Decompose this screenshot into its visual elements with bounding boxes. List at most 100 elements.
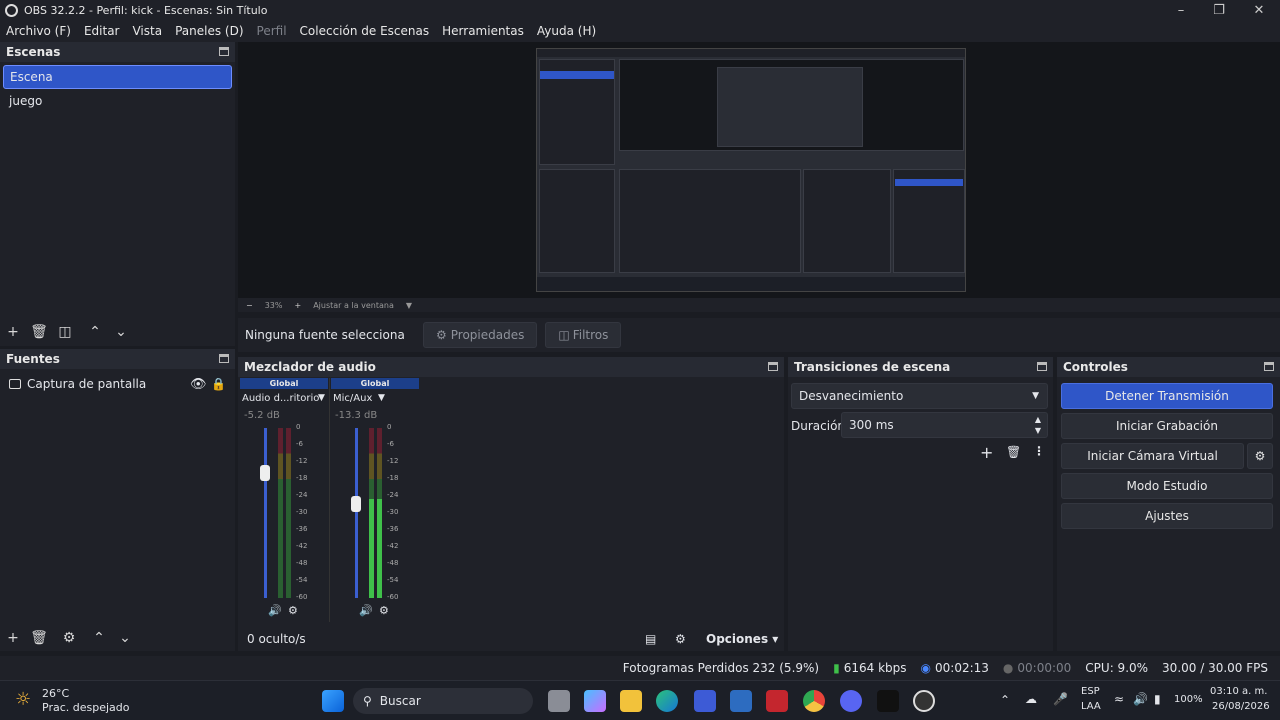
edge-icon[interactable] bbox=[656, 690, 678, 712]
chevron-down-icon[interactable]: ▼ bbox=[318, 393, 325, 403]
menu-paneles[interactable]: Paneles (D) bbox=[175, 24, 243, 38]
chevron-up-icon[interactable]: ⌃ bbox=[1000, 693, 1010, 707]
float-icon[interactable] bbox=[219, 354, 229, 363]
menu-ayuda[interactable]: Ayuda (H) bbox=[537, 24, 596, 38]
trash-icon[interactable]: 🗑 bbox=[26, 627, 52, 649]
down-icon[interactable]: ⌄ bbox=[112, 627, 138, 649]
weather-temp[interactable]: 26°C bbox=[42, 687, 69, 700]
add-icon[interactable]: + bbox=[980, 443, 993, 462]
virtual-cam-button[interactable]: Iniciar Cámara Virtual bbox=[1061, 443, 1244, 469]
settings-button[interactable]: Ajustes bbox=[1061, 503, 1273, 529]
float-icon[interactable] bbox=[1264, 362, 1274, 371]
restore-icon[interactable]: ❐ bbox=[1200, 0, 1238, 20]
add-icon[interactable]: + bbox=[0, 321, 26, 343]
weather-icon[interactable]: ☼ bbox=[15, 689, 31, 710]
more-icon[interactable]: ⋮ bbox=[1033, 444, 1045, 458]
menu-archivo[interactable]: Archivo (F) bbox=[6, 24, 71, 38]
store-icon[interactable] bbox=[694, 690, 716, 712]
filters-button[interactable]: ◫ Filtros bbox=[545, 322, 622, 348]
transition-select[interactable]: Desvanecimiento ▼ bbox=[791, 383, 1048, 409]
scene-item-juego[interactable]: juego bbox=[0, 89, 235, 113]
scale-label: -30 bbox=[296, 508, 308, 516]
zoom-bar: − 33% + Ajustar a la ventana ▼ bbox=[238, 298, 1280, 312]
mcafee-icon[interactable] bbox=[766, 690, 788, 712]
virtual-cam-settings-button[interactable]: ⚙ bbox=[1247, 443, 1273, 469]
source-toolbar: Ninguna fuente selecciona ⚙ Propiedades ◫… bbox=[238, 318, 1280, 352]
stop-stream-button[interactable]: Detener Transmisión bbox=[1061, 383, 1273, 409]
zoom-out-icon[interactable]: − bbox=[246, 301, 253, 310]
capcut-icon[interactable] bbox=[877, 690, 899, 712]
chevron-down-icon[interactable]: ▼ bbox=[406, 301, 412, 310]
lang-1[interactable]: ESP bbox=[1081, 686, 1100, 697]
volume-handle[interactable] bbox=[351, 496, 361, 512]
filter-icon[interactable]: ◫ bbox=[52, 321, 78, 343]
clock-time[interactable]: 03:10 a. m. bbox=[1210, 686, 1267, 697]
chevron-down-icon[interactable]: ▼ bbox=[378, 393, 385, 403]
up-icon[interactable]: ⌃ bbox=[82, 321, 108, 343]
down-icon[interactable]: ⌄ bbox=[108, 321, 134, 343]
float-icon[interactable] bbox=[219, 47, 229, 56]
eye-icon[interactable]: 👁 bbox=[190, 377, 207, 392]
menu-coleccion[interactable]: Colección de Escenas bbox=[300, 24, 430, 38]
menu-editar[interactable]: Editar bbox=[84, 24, 120, 38]
stream-icon: ◉ bbox=[920, 661, 931, 675]
volume-slider[interactable] bbox=[264, 428, 267, 598]
float-icon[interactable] bbox=[1037, 362, 1047, 371]
float-icon[interactable] bbox=[768, 362, 778, 371]
file-explorer-icon[interactable] bbox=[620, 690, 642, 712]
lock-icon[interactable]: 🔒 bbox=[211, 377, 226, 391]
volume-slider[interactable] bbox=[355, 428, 358, 598]
volume-icon[interactable]: 🔊 bbox=[359, 604, 373, 617]
track-name[interactable]: Mic/Aux bbox=[333, 393, 372, 404]
wifi-icon[interactable]: ≈ bbox=[1114, 692, 1124, 706]
zoom-in-icon[interactable]: + bbox=[294, 301, 301, 310]
taskbar-search[interactable]: ⚲ Buscar bbox=[353, 688, 533, 714]
start-record-button[interactable]: Iniciar Grabación bbox=[1061, 413, 1273, 439]
headphones-icon[interactable]: ⚙ bbox=[288, 604, 298, 617]
copilot-icon[interactable] bbox=[584, 690, 606, 712]
gear-icon[interactable]: ⚙ bbox=[56, 627, 82, 649]
trash-icon[interactable]: 🗑 bbox=[1006, 445, 1021, 459]
battery-icon[interactable]: ▮ bbox=[1154, 692, 1161, 706]
scale-label: -18 bbox=[296, 474, 308, 482]
scene-item-escena[interactable]: Escena bbox=[3, 65, 232, 89]
minimize-icon[interactable]: – bbox=[1162, 0, 1200, 20]
cloud-icon[interactable]: ☁ bbox=[1025, 692, 1037, 706]
close-icon[interactable]: ✕ bbox=[1240, 0, 1278, 20]
fit-window[interactable]: Ajustar a la ventana bbox=[313, 301, 394, 310]
volume-handle[interactable] bbox=[260, 465, 270, 482]
add-icon[interactable]: + bbox=[0, 627, 26, 649]
obs-taskbar-icon[interactable] bbox=[913, 690, 935, 712]
stepper-icon[interactable]: ▲ ▼ bbox=[1035, 414, 1041, 436]
windows-start-icon[interactable] bbox=[322, 690, 344, 712]
task-view-icon[interactable] bbox=[548, 690, 570, 712]
scale-label: -24 bbox=[296, 491, 308, 499]
volume-icon[interactable]: 🔊 bbox=[268, 604, 282, 617]
layout-icon[interactable]: ▤ bbox=[645, 632, 656, 646]
up-icon[interactable]: ⌃ bbox=[86, 627, 112, 649]
track-name[interactable]: Audio d...ritorio bbox=[242, 393, 319, 404]
duration-input[interactable]: 300 ms ▲ ▼ bbox=[841, 412, 1048, 438]
clock-date[interactable]: 26/08/2026 bbox=[1212, 701, 1270, 712]
scenes-toolbar: + 🗑 ◫ ⌃ ⌄ bbox=[0, 321, 134, 343]
chrome-icon[interactable] bbox=[803, 690, 825, 712]
mixer-settings-icon[interactable]: ⚙ bbox=[675, 632, 686, 646]
menu-vista[interactable]: Vista bbox=[132, 24, 162, 38]
status-bar: Fotogramas Perdidos 232 (5.9%) ▮ 6164 kb… bbox=[0, 656, 1280, 680]
options-button[interactable]: Opciones ▾ bbox=[706, 632, 778, 646]
battery-level: 100% bbox=[1174, 694, 1203, 705]
properties-button[interactable]: ⚙ Propiedades bbox=[423, 322, 538, 348]
preview-canvas bbox=[536, 48, 966, 292]
source-item[interactable]: Captura de pantalla 👁 🔒 bbox=[0, 372, 235, 396]
app-icon[interactable] bbox=[730, 690, 752, 712]
menu-perfil[interactable]: Perfil bbox=[257, 24, 287, 38]
menu-herramientas[interactable]: Herramientas bbox=[442, 24, 524, 38]
headphones-icon[interactable]: ⚙ bbox=[379, 604, 389, 617]
mic-icon[interactable]: 🎤 bbox=[1053, 692, 1068, 706]
trash-icon[interactable]: 🗑 bbox=[26, 321, 52, 343]
studio-mode-button[interactable]: Modo Estudio bbox=[1061, 473, 1273, 499]
weather-desc[interactable]: Prac. despejado bbox=[42, 701, 129, 714]
discord-icon[interactable] bbox=[840, 690, 862, 712]
lang-2[interactable]: LAA bbox=[1081, 701, 1101, 712]
volume-icon[interactable]: 🔊 bbox=[1133, 692, 1148, 706]
